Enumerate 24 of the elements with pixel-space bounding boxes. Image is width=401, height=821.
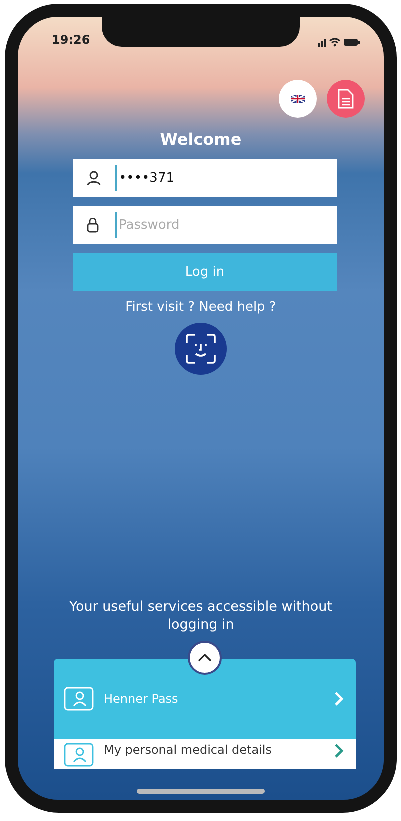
document-icon [338, 89, 354, 109]
flag-icon [291, 95, 305, 103]
username-field[interactable]: ••••371 [73, 159, 337, 197]
welcome-title: Welcome [159, 130, 243, 149]
login-button[interactable]: Log in [73, 253, 337, 291]
id-card-icon [64, 743, 94, 767]
id-card-icon [64, 687, 94, 711]
status-icons [318, 37, 360, 47]
service-label: My personal medical details [104, 743, 274, 757]
service-label: Henner Pass [104, 692, 180, 706]
document-button[interactable] [327, 80, 365, 118]
expand-button[interactable] [188, 641, 222, 675]
chevron-right-icon [334, 691, 344, 707]
face-scan-icon [186, 334, 216, 364]
status-time: 19:26 [52, 33, 90, 47]
face-id-button[interactable] [175, 323, 227, 375]
services-heading: Your useful services accessible without logging in [68, 598, 334, 634]
help-link[interactable]: First visit ? Need help ? [126, 300, 276, 315]
service-item[interactable]: Henner Pass [54, 659, 356, 739]
chevron-right-icon [334, 743, 344, 759]
password-field[interactable]: Password [73, 206, 337, 244]
service-item[interactable]: My personal medical details [54, 739, 356, 769]
language-button[interactable] [279, 80, 317, 118]
chevron-up-icon [198, 654, 212, 662]
